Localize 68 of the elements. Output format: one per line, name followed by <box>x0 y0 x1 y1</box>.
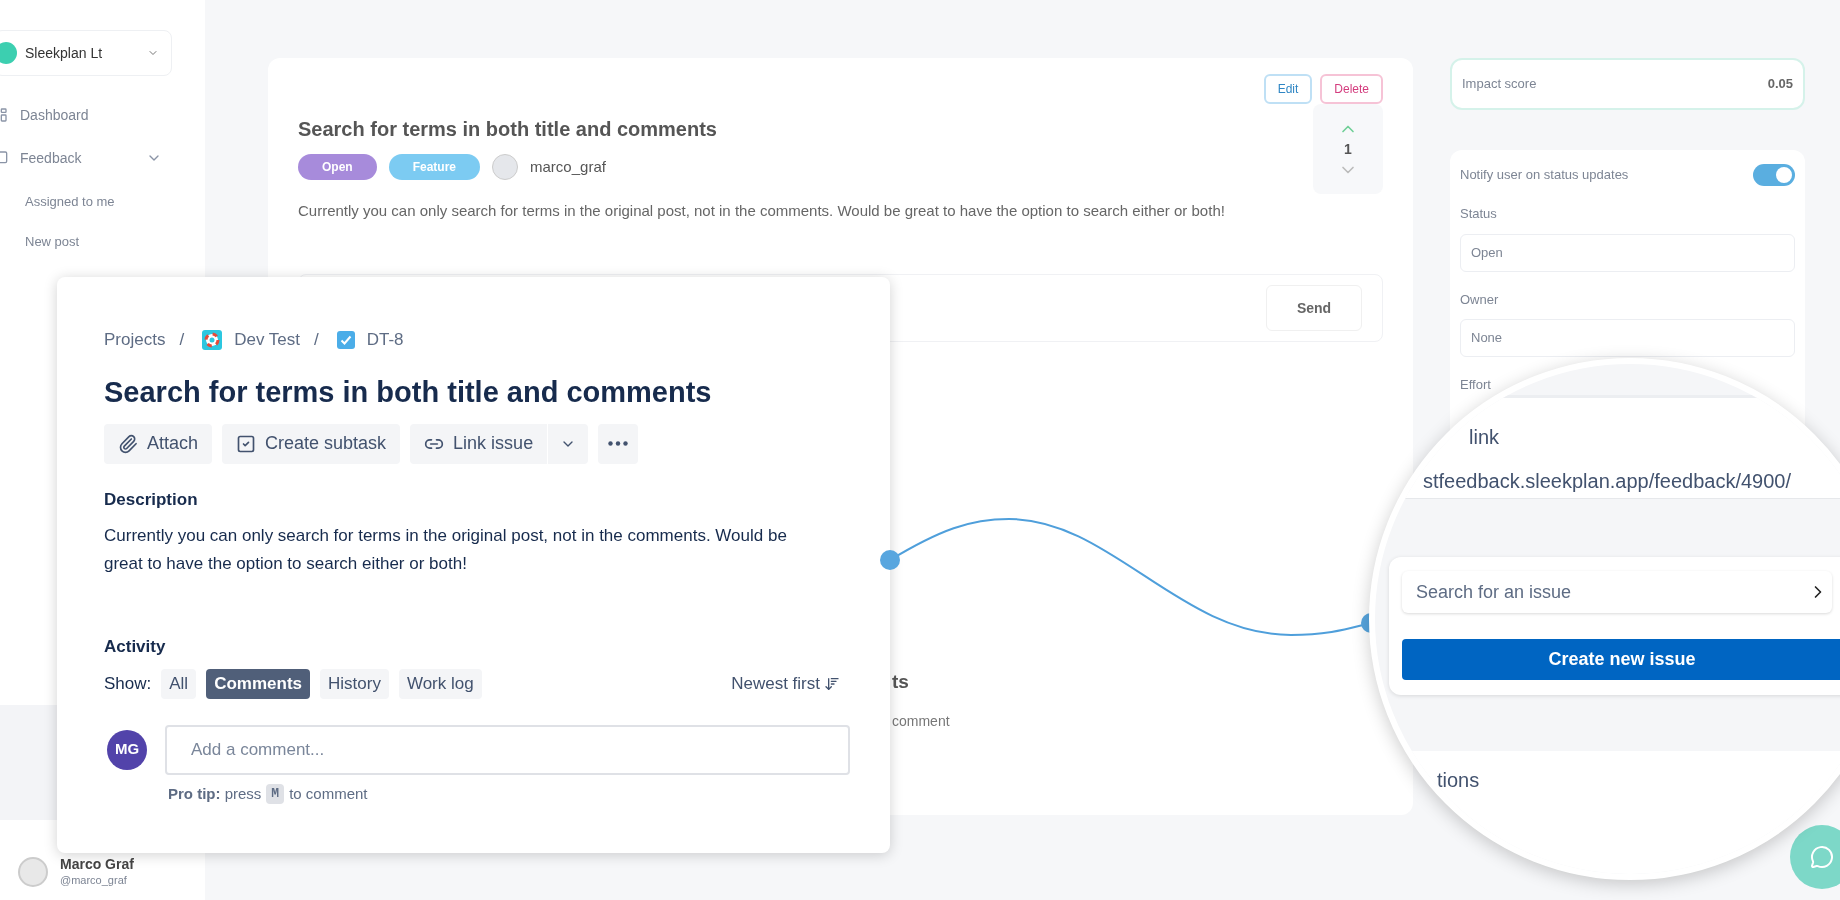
tag: Open <box>298 154 377 180</box>
sort-button[interactable]: Newest first <box>731 670 840 697</box>
field-label: Status <box>1460 205 1498 223</box>
section-heading: tions <box>1437 769 1480 791</box>
dropdown-button[interactable] <box>548 423 589 464</box>
field-label: link <box>1469 425 1500 450</box>
user-name: Marco Graf <box>60 856 134 872</box>
description-heading: Description <box>104 488 199 511</box>
filter-tab[interactable]: Comments <box>206 668 310 699</box>
filter-tab[interactable]: All <box>161 668 197 699</box>
field-label: Effort <box>1460 376 1492 394</box>
paperclip-icon <box>118 433 138 454</box>
select-field[interactable]: Open <box>1460 233 1795 272</box>
pro-tip-text: to comment <box>289 783 368 804</box>
link-issue-button[interactable]: Link issue <box>410 423 548 464</box>
sidebar-item[interactable]: Assigned to me <box>25 192 115 212</box>
project-icon <box>202 329 223 350</box>
attach-button[interactable]: Attach <box>104 423 213 464</box>
create-issue-button[interactable]: Create new issue <box>1402 639 1840 680</box>
breadcrumb-link[interactable]: Dev Test <box>234 327 300 353</box>
sidebar-item[interactable]: Dashboard <box>20 104 89 126</box>
sidebar-item[interactable]: New post <box>25 232 80 252</box>
avatar-icon <box>492 154 519 180</box>
issue-search-field[interactable]: Search for an issue <box>1402 571 1832 613</box>
chat-button[interactable] <box>1790 825 1840 889</box>
field-label: Owner <box>1460 290 1500 309</box>
show-label: Show: <box>104 672 152 695</box>
activity-heading: Activity <box>104 636 167 658</box>
link-url: stfeedback.sleekplan.app/feedback/4900/ <box>1423 469 1793 494</box>
keyboard-key: M <box>266 784 285 804</box>
avatar-icon <box>18 857 48 888</box>
post-body: Currently you can only search for terms in the original post, not in the comments. Would be great to have the option to search either or both! <box>298 201 1226 221</box>
comment-field[interactable]: Add a comment... <box>165 724 850 775</box>
more-button[interactable] <box>598 423 639 464</box>
workspace-switcher[interactable]: Sleekplan Lt <box>0 30 172 76</box>
workspace-name: Sleekplan Lt <box>25 43 103 63</box>
filter-tab[interactable]: Work log <box>398 668 482 699</box>
impact-label: Impact score <box>1462 75 1537 94</box>
section-heading: ts <box>892 670 910 694</box>
task-icon <box>336 330 355 349</box>
impact-value: 0.05 <box>1767 75 1793 94</box>
notify-label: Notify user on status updates <box>1460 166 1629 185</box>
user-avatar: MG <box>107 729 147 770</box>
description-text: Currently you can only search for terms in the original post, not in the comments. Would be great to have the option to search either or both! <box>104 525 788 575</box>
send-button[interactable]: Send <box>1266 285 1362 331</box>
vote-count: 1 <box>1344 139 1352 159</box>
pro-tip-text: Pro tip: press <box>168 783 262 804</box>
comment-hint: comment <box>892 711 950 731</box>
create-subtask-button[interactable]: Create subtask <box>222 423 401 464</box>
filter-tab[interactable]: History <box>320 668 389 699</box>
issue-title: Search for terms in both title and comments <box>104 374 713 410</box>
select-field[interactable]: None <box>1460 319 1795 357</box>
breadcrumb-link[interactable]: DT-8 <box>366 327 404 353</box>
tag: Feature <box>388 154 481 180</box>
chat-icon <box>1810 845 1834 869</box>
checkbox-stack-icon <box>236 433 257 454</box>
breadcrumb-link[interactable]: Projects <box>104 327 166 353</box>
post-title: Search for terms in both title and comments <box>298 117 718 142</box>
breadcrumb-separator: / <box>179 329 185 351</box>
more-icon <box>608 441 629 446</box>
sidebar-item[interactable]: Feedback <box>20 147 82 169</box>
breadcrumb-separator: / <box>314 329 319 351</box>
user-handle: @marco_graf <box>60 873 128 888</box>
logo-icon <box>0 42 17 64</box>
sort-icon <box>824 675 840 692</box>
author-name: marco_graf <box>530 156 606 177</box>
notify-toggle[interactable] <box>1753 164 1795 186</box>
edit-button[interactable]: Edit <box>1263 74 1313 104</box>
